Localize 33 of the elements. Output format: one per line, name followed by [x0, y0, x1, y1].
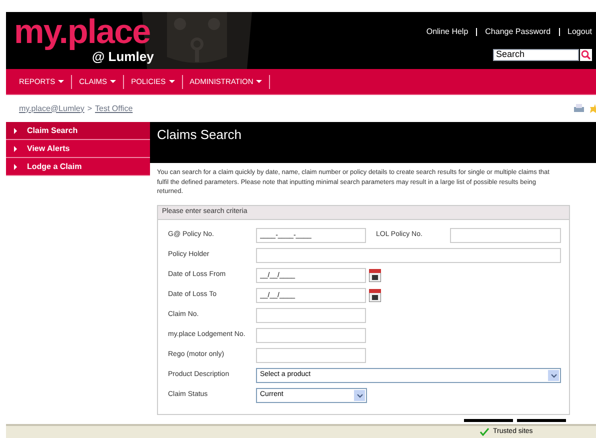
bullet-icon: [14, 164, 17, 170]
checkmark-icon: [480, 428, 489, 436]
calendar-icon[interactable]: [369, 289, 381, 302]
bullet-icon: [14, 146, 17, 152]
bullet-icon: [14, 128, 17, 134]
sidebar-item[interactable]: Lodge a Claim: [6, 158, 150, 176]
header-link[interactable]: Logout: [568, 26, 592, 38]
input-field[interactable]: [256, 308, 366, 323]
caret-icon: [110, 80, 116, 83]
button[interactable]: [464, 418, 513, 422]
calendar-icon[interactable]: [369, 269, 381, 282]
sidebar-item[interactable]: Claim Search: [6, 122, 150, 140]
button[interactable]: [517, 418, 566, 422]
printer-icon[interactable]: [574, 104, 584, 113]
page-title: Claims Search: [157, 126, 243, 144]
star-icon[interactable]: [590, 104, 596, 113]
breadcrumb-link[interactable]: my.place@Lumley: [19, 102, 84, 114]
input-field[interactable]: [450, 228, 561, 243]
caret-icon: [58, 80, 64, 83]
input-field[interactable]: [256, 328, 366, 343]
header-link[interactable]: Change Password: [485, 26, 551, 38]
breadcrumb-link[interactable]: Test Office: [95, 102, 133, 114]
logo-subtitle: @ Lumley: [92, 50, 154, 64]
caret-icon: [168, 80, 175, 83]
input-field[interactable]: [256, 348, 366, 363]
breadcrumb-separator: >: [87, 102, 92, 114]
header-link[interactable]: Online Help: [426, 26, 468, 38]
logo-text: my.place: [14, 14, 152, 50]
search-field[interactable]: Search: [493, 49, 579, 61]
input-field[interactable]: [256, 248, 561, 263]
caret-icon: [256, 80, 262, 83]
search-icon[interactable]: [580, 49, 592, 61]
sidebar-item[interactable]: View Alerts: [6, 140, 150, 158]
